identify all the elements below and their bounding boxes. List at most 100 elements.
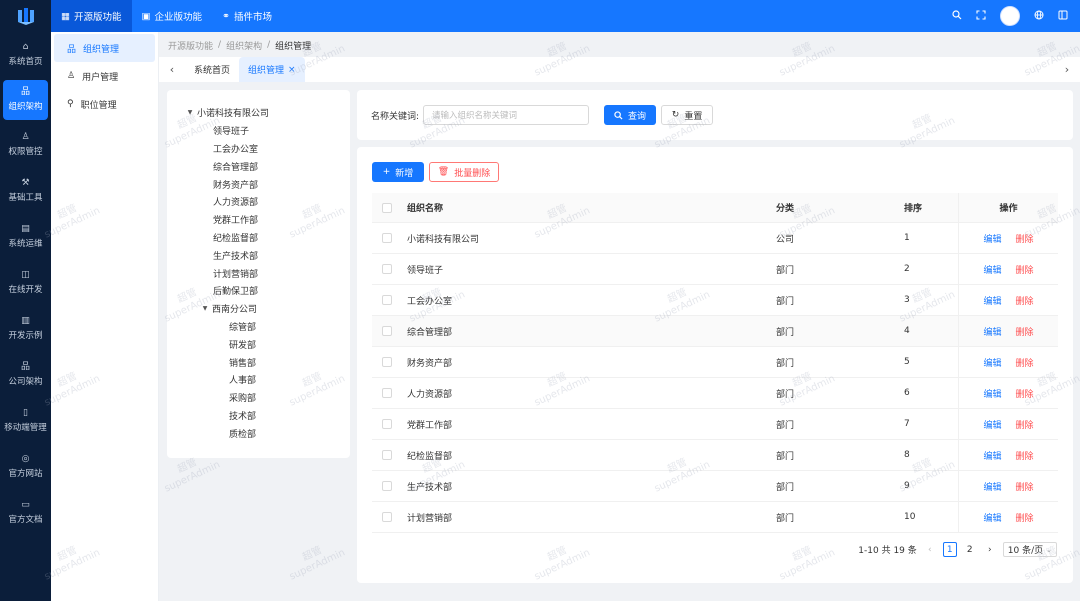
left-nav-item-tools[interactable]: ⚒ 基础工具 xyxy=(0,168,51,214)
row-checkbox[interactable] xyxy=(382,233,392,243)
edit-link[interactable]: 编辑 xyxy=(983,294,1001,307)
tree-node[interactable]: 生产技术部 xyxy=(167,246,350,264)
table-row[interactable]: 综合管理部 部门 4 编辑 删除 xyxy=(372,316,1058,347)
row-checkbox[interactable] xyxy=(382,450,392,460)
left-nav-item-home[interactable]: ⌂ 系统首页 xyxy=(0,32,51,78)
left-nav-item-ops[interactable]: ▤ 系统运维 xyxy=(0,214,51,260)
left-nav-item-mobile[interactable]: ▯ 移动端管理 xyxy=(0,398,51,444)
globe-icon[interactable] xyxy=(1034,10,1044,23)
left-nav-item-company[interactable]: 品公司架构 xyxy=(0,352,51,398)
table-row[interactable]: 人力资源部 部门 6 编辑 删除 xyxy=(372,378,1058,409)
fullscreen-icon[interactable] xyxy=(976,9,986,23)
tab-home[interactable]: 系统首页 xyxy=(185,57,239,82)
reset-button[interactable]: ↻ 重置 xyxy=(661,105,714,125)
avatar[interactable] xyxy=(1000,6,1020,26)
tabs-prev-icon[interactable]: ‹ xyxy=(159,63,185,76)
tree-node[interactable]: ▼ 小诺科技有限公司 xyxy=(167,104,350,122)
tree-node[interactable]: 纪检监督部 xyxy=(167,229,350,247)
delete-link[interactable]: 删除 xyxy=(1016,480,1034,493)
tree-node[interactable]: 人力资源部 xyxy=(167,193,350,211)
table-row[interactable]: 生产技术部 部门 9 编辑 删除 xyxy=(372,471,1058,502)
tree-node[interactable]: ▼ 西南分公司 xyxy=(167,300,350,318)
table-row[interactable]: 党群工作部 部门 7 编辑 删除 xyxy=(372,409,1058,440)
caret-down-icon[interactable]: ▼ xyxy=(198,305,212,312)
delete-link[interactable]: 删除 xyxy=(1016,232,1034,245)
row-checkbox[interactable] xyxy=(382,264,392,274)
left-nav-item-permission[interactable]: ♙ 权限管控 xyxy=(0,122,51,168)
row-checkbox[interactable] xyxy=(382,388,392,398)
edit-link[interactable]: 编辑 xyxy=(983,325,1001,338)
tree-node[interactable]: 综合管理部 xyxy=(167,157,350,175)
select-all-checkbox[interactable] xyxy=(382,202,392,213)
tree-node[interactable]: 研发部 xyxy=(167,335,350,353)
edit-link[interactable]: 编辑 xyxy=(983,511,1001,524)
top-nav-opensource[interactable]: ▦ 开源版功能 xyxy=(51,0,132,32)
left-nav-item-org[interactable]: 品组织架构 xyxy=(3,80,48,120)
tree-node[interactable]: 质检部 xyxy=(167,424,350,442)
row-checkbox[interactable] xyxy=(382,295,392,305)
tree-node[interactable]: 销售部 xyxy=(167,353,350,371)
breadcrumb-item[interactable]: 开源版功能 xyxy=(168,39,213,52)
row-checkbox[interactable] xyxy=(382,326,392,336)
edit-link[interactable]: 编辑 xyxy=(983,232,1001,245)
sub-menu-item-users[interactable]: ♙ 用户管理 xyxy=(51,62,158,90)
delete-link[interactable]: 删除 xyxy=(1016,449,1034,462)
row-checkbox[interactable] xyxy=(382,512,392,522)
search-input[interactable]: 请输入组织名称关键词 xyxy=(423,105,590,125)
close-icon[interactable]: × xyxy=(288,65,296,75)
tree-node[interactable]: 计划营销部 xyxy=(167,264,350,282)
delete-link[interactable]: 删除 xyxy=(1016,356,1034,369)
batch-delete-button[interactable]: 🗑 批量删除 xyxy=(429,162,499,182)
delete-link[interactable]: 删除 xyxy=(1016,325,1034,338)
tree-node[interactable]: 人事部 xyxy=(167,371,350,389)
left-nav-item-examples[interactable]: ▥ 开发示例 xyxy=(0,306,51,352)
left-nav-item-website[interactable]: ◎ 官方网站 xyxy=(0,444,51,490)
delete-link[interactable]: 删除 xyxy=(1016,294,1034,307)
tree-node[interactable]: 财务资产部 xyxy=(167,175,350,193)
sub-menu-item-org[interactable]: 品组织管理 xyxy=(54,34,155,62)
table-row[interactable]: 计划营销部 部门 10 编辑 删除 xyxy=(372,502,1058,533)
layout-icon[interactable] xyxy=(1058,10,1068,23)
edit-link[interactable]: 编辑 xyxy=(983,480,1001,493)
tree-node[interactable]: 技术部 xyxy=(167,407,350,425)
tree-node[interactable]: 综管部 xyxy=(167,318,350,336)
table-row[interactable]: 工会办公室 部门 3 编辑 删除 xyxy=(372,285,1058,316)
delete-link[interactable]: 删除 xyxy=(1016,418,1034,431)
tree-node[interactable]: 采购部 xyxy=(167,389,350,407)
edit-link[interactable]: 编辑 xyxy=(983,449,1001,462)
row-checkbox[interactable] xyxy=(382,419,392,429)
page-button[interactable]: 1 xyxy=(942,542,957,557)
edit-link[interactable]: 编辑 xyxy=(983,263,1001,276)
table-row[interactable]: 财务资产部 部门 5 编辑 删除 xyxy=(372,347,1058,378)
tree-node[interactable]: 后勤保卫部 xyxy=(167,282,350,300)
breadcrumb-item[interactable]: 组织架构 xyxy=(226,39,262,52)
caret-down-icon[interactable]: ▼ xyxy=(183,109,197,116)
top-nav-plugin-market[interactable]: ⚭ 插件市场 xyxy=(212,0,282,32)
delete-link[interactable]: 删除 xyxy=(1016,263,1034,276)
query-button[interactable]: 查询 xyxy=(604,105,657,125)
delete-link[interactable]: 删除 xyxy=(1016,387,1034,400)
delete-link[interactable]: 删除 xyxy=(1016,511,1034,524)
add-button[interactable]: + 新增 xyxy=(372,162,424,182)
left-nav-item-online-dev[interactable]: ◫ 在线开发 xyxy=(0,260,51,306)
search-icon[interactable] xyxy=(952,9,962,23)
tree-node[interactable]: 党群工作部 xyxy=(167,211,350,229)
tree-node[interactable]: 领导班子 xyxy=(167,122,350,140)
table-row[interactable]: 小诺科技有限公司 公司 1 编辑 删除 xyxy=(372,223,1058,254)
page-button[interactable]: 2 xyxy=(963,542,977,557)
tabs-next-icon[interactable]: › xyxy=(1054,63,1080,76)
edit-link[interactable]: 编辑 xyxy=(983,356,1001,369)
top-nav-enterprise[interactable]: ▣ 企业版功能 xyxy=(132,0,213,32)
table-row[interactable]: 领导班子 部门 2 编辑 删除 xyxy=(372,254,1058,285)
next-page-icon[interactable]: › xyxy=(983,542,997,557)
row-checkbox[interactable] xyxy=(382,357,392,367)
edit-link[interactable]: 编辑 xyxy=(983,387,1001,400)
edit-link[interactable]: 编辑 xyxy=(983,418,1001,431)
table-row[interactable]: 纪检监督部 部门 8 编辑 删除 xyxy=(372,440,1058,471)
tree-node[interactable]: 工会办公室 xyxy=(167,140,350,158)
sub-menu-item-positions[interactable]: ⚲ 职位管理 xyxy=(51,90,158,118)
left-nav-item-docs[interactable]: ▭ 官方文档 xyxy=(0,490,51,536)
tab-org-manage[interactable]: 组织管理 × xyxy=(239,57,305,82)
row-checkbox[interactable] xyxy=(382,481,392,491)
prev-page-icon[interactable]: ‹ xyxy=(923,542,937,557)
